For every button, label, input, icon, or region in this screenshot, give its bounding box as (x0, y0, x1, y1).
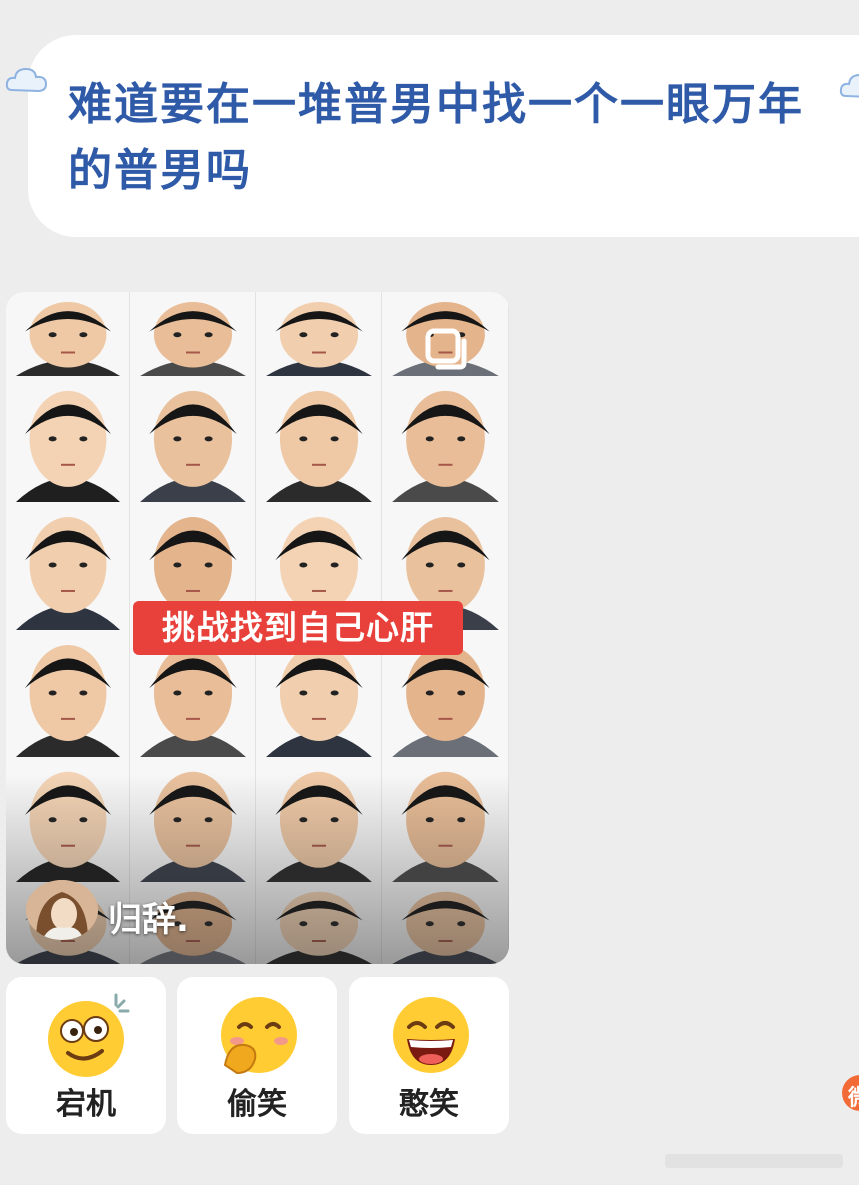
face-thumbnail (6, 376, 130, 502)
watermark-icon (665, 1154, 843, 1168)
reaction-label: 宕机 (56, 1087, 116, 1122)
face-thumbnail (382, 376, 509, 502)
avatar[interactable] (26, 880, 98, 940)
reaction-label: 偷笑 (227, 1087, 287, 1122)
video-caption: 挑战找到自己心肝 (133, 601, 463, 655)
reaction-label: 憨笑 (399, 1087, 459, 1122)
message-text: 难道要在一堆普男中找一个一眼万年的普男吗 (68, 79, 804, 196)
face-thumbnail (256, 292, 382, 376)
face-thumbnail (130, 376, 256, 502)
reaction-button-dazed[interactable]: 宕机 (6, 977, 166, 1134)
card-shade (6, 774, 509, 964)
face-thumbnail (6, 502, 130, 630)
dazed-face-icon (48, 993, 130, 1077)
grin-face-icon (393, 997, 469, 1073)
face-thumbnail (256, 376, 382, 502)
face-thumbnail (130, 292, 256, 376)
snicker-face-icon (221, 997, 297, 1075)
reaction-button-grin[interactable]: 憨笑 (349, 977, 509, 1134)
reaction-button-snicker[interactable]: 偷笑 (177, 977, 337, 1134)
cloud-decoration-icon (839, 74, 859, 98)
face-thumbnail (6, 292, 130, 376)
author-name[interactable]: 归辞. (108, 892, 189, 941)
copy-icon[interactable] (424, 327, 470, 373)
cloud-decoration-icon (5, 67, 48, 93)
face-thumbnail (6, 630, 130, 757)
side-badge-char: 微 (848, 1080, 859, 1112)
